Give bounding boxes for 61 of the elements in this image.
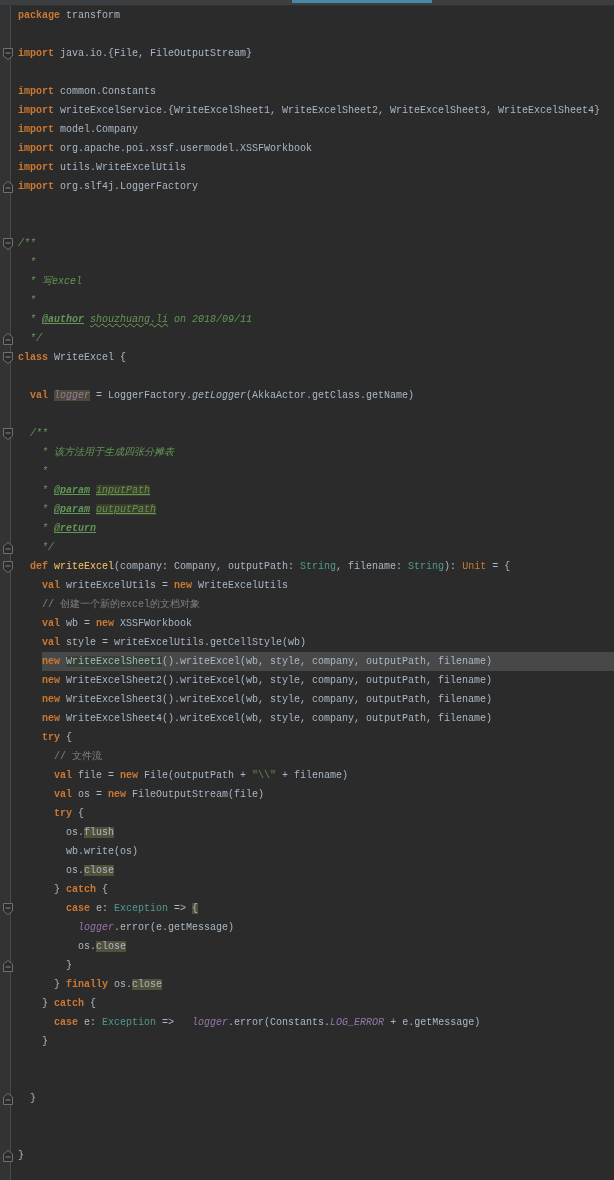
code-line: os.flush xyxy=(66,826,116,840)
code-line: os.close xyxy=(66,864,116,878)
code-line: val file = new File(outputPath + "\\" + filename) xyxy=(54,769,350,783)
code-line: class WriteExcel { xyxy=(18,351,128,365)
code-line: /** xyxy=(30,427,49,441)
code-line: } xyxy=(18,1149,25,1163)
fold-icon[interactable] xyxy=(3,541,13,554)
code-line: import writeExcelService.{WriteExcelSheet1, WriteExcelSheet2, WriteExcelSheet3, WriteExcelSheet4} xyxy=(18,104,602,118)
code-line: */ xyxy=(30,332,43,346)
code-line: * xyxy=(42,465,49,479)
fold-icon[interactable] xyxy=(3,1092,13,1105)
code-line: new WriteExcelSheet4().writeExcel(wb, style, company, outputPath, filename) xyxy=(42,712,494,726)
fold-icon[interactable] xyxy=(3,180,13,193)
code-line: } xyxy=(30,1092,37,1106)
code-comment: // 文件流 xyxy=(54,749,103,764)
code-line: import common.Constants xyxy=(18,85,158,99)
code-line: val writeExcelUtils = new WriteExcelUtils xyxy=(42,579,290,593)
code-line: * xyxy=(30,294,37,308)
fold-icon[interactable] xyxy=(3,47,13,60)
code-line: import org.slf4j.LoggerFactory xyxy=(18,180,200,194)
fold-icon[interactable] xyxy=(3,237,13,250)
code-line: import org.apache.poi.xssf.usermodel.XSSFWorkbook xyxy=(18,142,314,156)
code-line: } catch { xyxy=(42,997,98,1011)
code-line: * xyxy=(30,256,37,270)
code-line: case e: Exception => { xyxy=(66,902,200,916)
code-line: /** xyxy=(18,237,37,251)
code-line: val os = new FileOutputStream(file) xyxy=(54,788,266,802)
code-line: } catch { xyxy=(54,883,110,897)
code-line: try { xyxy=(54,807,86,821)
code-line: package transform xyxy=(18,9,122,23)
code-line: * @param inputPath xyxy=(42,484,152,498)
code-line: import utils.WriteExcelUtils xyxy=(18,161,188,175)
code-line: } finally os.close xyxy=(54,978,164,992)
code-line: * @return xyxy=(42,522,98,536)
code-line: wb.write(os) xyxy=(66,845,139,859)
code-line: new WriteExcelSheet3().writeExcel(wb, style, company, outputPath, filename) xyxy=(42,693,494,707)
code-line: os.close xyxy=(78,940,128,954)
fold-icon[interactable] xyxy=(3,560,13,573)
code-line: import java.io.{File, FileOutputStream} xyxy=(18,47,254,61)
code-line: val logger = LoggerFactory.getLogger(AkkaActor.getClass.getName) xyxy=(30,389,416,403)
code-line: */ xyxy=(42,541,55,555)
code-line: import model.Company xyxy=(18,123,140,137)
code-line: try { xyxy=(42,731,74,745)
code-line: logger.error(e.getMessage) xyxy=(78,921,236,935)
fold-icon[interactable] xyxy=(3,351,13,364)
fold-icon[interactable] xyxy=(3,332,13,345)
code-line: * @author shouzhuang.li on 2018/09/11 xyxy=(30,313,254,327)
code-line: } xyxy=(66,959,73,973)
code-line: def writeExcel(company: Company, outputPath: String, filename: String): Unit = { xyxy=(30,560,512,574)
code-line: val wb = new XSSFWorkbook xyxy=(42,617,194,631)
code-line: * 该方法用于生成四张分摊表 xyxy=(42,445,176,460)
fold-icon[interactable] xyxy=(3,1149,13,1162)
code-line: * 写excel xyxy=(30,275,83,289)
fold-icon[interactable] xyxy=(3,902,13,915)
fold-icon[interactable] xyxy=(3,427,13,440)
code-line: val style = writeExcelUtils.getCellStyle(wb) xyxy=(42,636,308,650)
code-line: } xyxy=(42,1035,49,1049)
code-line: case e: Exception => logger.error(Constants.LOG_ERROR + e.getMessage) xyxy=(54,1016,482,1030)
code-line: new WriteExcelSheet2().writeExcel(wb, style, company, outputPath, filename) xyxy=(42,674,494,688)
code-line: * @param outputPath xyxy=(42,503,158,517)
fold-icon[interactable] xyxy=(3,959,13,972)
